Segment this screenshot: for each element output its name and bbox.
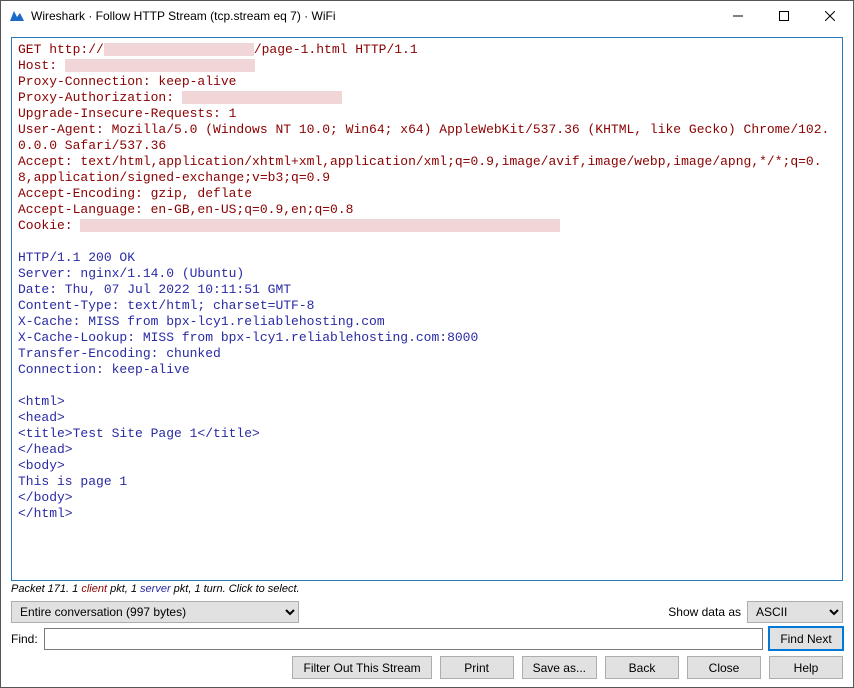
- redacted-cookie: [80, 219, 560, 232]
- resp-head-close: </head>: [18, 442, 73, 457]
- redacted-proxy-auth: [182, 91, 342, 104]
- content-area: GET http:// /page-1.html HTTP/1.1 Host: P…: [1, 31, 853, 687]
- resp-date: Date: Thu, 07 Jul 2022 10:11:51 GMT: [18, 282, 291, 297]
- status-server: server: [140, 583, 171, 595]
- req-accept-enc: Accept-Encoding: gzip, deflate: [18, 186, 252, 201]
- req-host-label: Host:: [18, 58, 65, 73]
- resp-status: HTTP/1.1 200 OK: [18, 250, 135, 265]
- req-cookie-label: Cookie:: [18, 218, 80, 233]
- find-label: Find:: [11, 632, 38, 646]
- stream-text[interactable]: GET http:// /page-1.html HTTP/1.1 Host: P…: [11, 37, 843, 581]
- titlebar: Wireshark · Follow HTTP Stream (tcp.stre…: [1, 1, 853, 31]
- resp-conn: Connection: keep-alive: [18, 362, 190, 377]
- show-as-label: Show data as: [668, 605, 741, 619]
- req-proxy-conn: Proxy-Connection: keep-alive: [18, 74, 236, 89]
- redacted-host-value: [65, 59, 255, 72]
- resp-body-close: </body>: [18, 490, 73, 505]
- resp-server: Server: nginx/1.14.0 (Ubuntu): [18, 266, 244, 281]
- back-button[interactable]: Back: [605, 656, 679, 679]
- resp-ctype: Content-Type: text/html; charset=UTF-8: [18, 298, 314, 313]
- resp-xcache: X-Cache: MISS from bpx-lcy1.reliablehost…: [18, 314, 385, 329]
- req-path: /page-1.html HTTP/1.1: [254, 42, 418, 57]
- resp-xcachelookup: X-Cache-Lookup: MISS from bpx-lcy1.relia…: [18, 330, 478, 345]
- wireshark-icon: [9, 8, 25, 24]
- req-accept: Accept: text/html,application/xhtml+xml,…: [18, 154, 822, 185]
- conversation-select[interactable]: Entire conversation (997 bytes): [11, 601, 299, 623]
- status-client: client: [81, 583, 107, 595]
- status-suffix: pkt, 1 turn. Click to select.: [171, 583, 300, 595]
- status-mid: pkt, 1: [107, 583, 140, 595]
- req-accept-lang: Accept-Language: en-GB,en-US;q=0.9,en;q=…: [18, 202, 353, 217]
- maximize-button[interactable]: [761, 1, 807, 31]
- req-ua: User-Agent: Mozilla/5.0 (Windows NT 10.0…: [18, 122, 829, 153]
- find-next-button[interactable]: Find Next: [769, 627, 843, 650]
- resp-html-open: <html>: [18, 394, 65, 409]
- close-button[interactable]: [807, 1, 853, 31]
- print-button[interactable]: Print: [440, 656, 514, 679]
- resp-html-close: </html>: [18, 506, 73, 521]
- redacted-host: [104, 43, 254, 56]
- close-dialog-button[interactable]: Close: [687, 656, 761, 679]
- save-as-button[interactable]: Save as...: [522, 656, 597, 679]
- resp-body-text: This is page 1: [18, 474, 127, 489]
- show-as-select[interactable]: ASCII: [747, 601, 843, 623]
- minimize-button[interactable]: [715, 1, 761, 31]
- resp-body-open: <body>: [18, 458, 65, 473]
- find-row: Find: Find Next: [11, 625, 843, 652]
- button-row: Filter Out This Stream Print Save as... …: [11, 652, 843, 679]
- window-controls: [715, 1, 853, 31]
- help-button[interactable]: Help: [769, 656, 843, 679]
- window-title: Wireshark · Follow HTTP Stream (tcp.stre…: [31, 9, 715, 23]
- req-get: GET http://: [18, 42, 104, 57]
- req-proxy-auth-label: Proxy-Authorization:: [18, 90, 182, 105]
- resp-head-open: <head>: [18, 410, 65, 425]
- resp-tenc: Transfer-Encoding: chunked: [18, 346, 221, 361]
- status-prefix: Packet 171. 1: [11, 583, 81, 595]
- find-input[interactable]: [44, 628, 763, 650]
- filter-out-button[interactable]: Filter Out This Stream: [292, 656, 431, 679]
- status-line[interactable]: Packet 171. 1 client pkt, 1 server pkt, …: [11, 581, 843, 599]
- resp-title: <title>Test Site Page 1</title>: [18, 426, 260, 441]
- options-row: Entire conversation (997 bytes) Show dat…: [11, 599, 843, 625]
- req-upgrade: Upgrade-Insecure-Requests: 1: [18, 106, 236, 121]
